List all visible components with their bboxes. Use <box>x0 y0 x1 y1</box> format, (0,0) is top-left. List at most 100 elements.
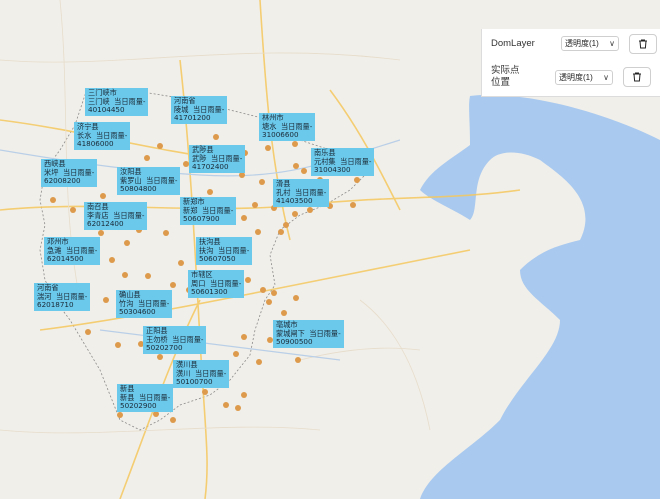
station-label[interactable]: 济宁县 长水 当日雨量- 41806000 <box>74 122 131 150</box>
station-point-marker[interactable] <box>271 290 277 296</box>
station-label[interactable]: 新县 新县 当日雨量- 50202900 <box>117 384 174 412</box>
station-label[interactable]: 滑县 孔村 当日雨量- 41403500 <box>273 179 330 207</box>
station-code: 62014500 <box>47 254 84 264</box>
station-point-marker[interactable] <box>124 240 130 246</box>
station-label[interactable]: 汝阳县 紫罗山 当日雨量- 50804800 <box>117 167 181 195</box>
chevron-down-icon: ∨ <box>603 73 609 82</box>
station-label[interactable]: 武陟县 武陟 当日雨量- 41702400 <box>189 145 246 173</box>
opacity-select-value: 透明度(1) <box>565 39 599 48</box>
station-point-marker[interactable] <box>256 359 262 365</box>
station-point-marker[interactable] <box>207 189 213 195</box>
station-point-marker[interactable] <box>157 143 163 149</box>
station-point-marker[interactable] <box>170 282 176 288</box>
layer-name: DomLayer <box>491 38 535 49</box>
station-code: 40104450 <box>88 105 125 115</box>
station-point-marker[interactable] <box>202 389 208 395</box>
chevron-down-icon: ∨ <box>609 39 615 48</box>
station-point-marker[interactable] <box>122 272 128 278</box>
station-code: 50607900 <box>183 214 220 224</box>
station-point-marker[interactable] <box>145 273 151 279</box>
delete-layer-button[interactable] <box>623 67 651 87</box>
station-point-marker[interactable] <box>301 168 307 174</box>
station-point-marker[interactable] <box>223 402 229 408</box>
station-code: 41403500 <box>276 196 313 206</box>
station-point-marker[interactable] <box>283 222 289 228</box>
station-point-marker[interactable] <box>100 193 106 199</box>
station-point-marker[interactable] <box>50 197 56 203</box>
station-point-marker[interactable] <box>293 163 299 169</box>
station-point-marker[interactable] <box>260 287 266 293</box>
station-point-marker[interactable] <box>292 141 298 147</box>
station-code: 50202900 <box>120 401 157 411</box>
station-label[interactable]: 亳城市 蒙城闸下 当日雨量- 50900500 <box>273 320 344 348</box>
station-point-marker[interactable] <box>307 207 313 213</box>
station-point-marker[interactable] <box>163 230 169 236</box>
opacity-select[interactable]: 透明度(1) ∨ <box>561 36 619 51</box>
station-label[interactable]: 西峡县 米坪 当日雨量- 62008200 <box>41 159 98 187</box>
station-point-marker[interactable] <box>245 277 251 283</box>
station-point-marker[interactable] <box>293 295 299 301</box>
station-point-marker[interactable] <box>144 155 150 161</box>
opacity-select[interactable]: 透明度(1) ∨ <box>555 70 613 85</box>
station-point-marker[interactable] <box>241 215 247 221</box>
trash-icon <box>639 39 647 49</box>
station-code: 50100700 <box>176 377 213 387</box>
station-label[interactable]: 确山县 竹沟 当日雨量- 50304600 <box>116 290 173 318</box>
station-point-marker[interactable] <box>239 172 245 178</box>
station-point-marker[interactable] <box>170 417 176 423</box>
station-label[interactable]: 正阳县 王勿桥 当日雨量- 50202700 <box>143 326 207 354</box>
station-label[interactable]: 潢川县 潢川 当日雨量- 50100700 <box>173 360 230 388</box>
station-point-marker[interactable] <box>266 299 272 305</box>
station-label[interactable]: 市辖区 周口 当日雨量- 50601300 <box>188 270 245 298</box>
station-point-marker[interactable] <box>255 229 261 235</box>
station-point-marker[interactable] <box>292 211 298 217</box>
layer-control-panel: DomLayer 透明度(1) ∨ 实际点 位置 透明度(1) ∨ <box>481 29 660 97</box>
station-point-marker[interactable] <box>295 357 301 363</box>
station-label[interactable]: 邓州市 急滩 当日雨量- 62014500 <box>44 237 101 265</box>
station-label[interactable]: 河南省 湍河 当日雨量- 62018710 <box>34 283 91 311</box>
station-label[interactable]: 三门峡市 三门峡 当日雨量- 40104450 <box>85 88 149 116</box>
station-code: 62012400 <box>87 219 124 229</box>
station-point-marker[interactable] <box>278 229 284 235</box>
station-point-marker[interactable] <box>117 412 123 418</box>
station-point-marker[interactable] <box>241 392 247 398</box>
layer-row-domlayer: DomLayer 透明度(1) ∨ <box>482 29 660 59</box>
station-point-marker[interactable] <box>259 179 265 185</box>
station-code: 50202700 <box>146 343 183 353</box>
station-point-marker[interactable] <box>354 177 360 183</box>
station-code: 31004300 <box>314 165 351 175</box>
station-label[interactable]: 新郑市 新郑 当日雨量- 50607900 <box>180 197 237 225</box>
station-code: 50607050 <box>199 254 236 264</box>
station-point-marker[interactable] <box>153 411 159 417</box>
station-point-marker[interactable] <box>213 134 219 140</box>
station-label[interactable]: 林州市 塘水 当日雨量- 31006600 <box>259 113 316 141</box>
station-point-marker[interactable] <box>98 230 104 236</box>
station-label[interactable]: 河南省 陵城 当日雨量- 41701200 <box>171 96 228 124</box>
station-label[interactable]: 南乐县 元村集 当日雨量- 31004300 <box>311 148 375 176</box>
delete-layer-button[interactable] <box>629 34 657 54</box>
station-point-marker[interactable] <box>109 257 115 263</box>
station-label[interactable]: 扶沟县 扶沟 当日雨量- 50607050 <box>196 237 253 265</box>
station-point-marker[interactable] <box>281 310 287 316</box>
layer-name: 实际点 位置 <box>491 65 520 88</box>
station-point-marker[interactable] <box>85 329 91 335</box>
station-code: 41701200 <box>174 113 211 123</box>
station-point-marker[interactable] <box>235 405 241 411</box>
station-point-marker[interactable] <box>103 297 109 303</box>
station-code: 50304600 <box>119 307 156 317</box>
station-point-marker[interactable] <box>70 207 76 213</box>
layer-row-actual-points: 实际点 位置 透明度(1) ∨ <box>482 61 660 96</box>
station-code: 31006600 <box>262 130 299 140</box>
station-point-marker[interactable] <box>350 202 356 208</box>
station-point-marker[interactable] <box>265 145 271 151</box>
station-code: 50601300 <box>191 287 228 297</box>
station-point-marker[interactable] <box>252 202 258 208</box>
opacity-select-value: 透明度(1) <box>559 73 593 82</box>
station-point-marker[interactable] <box>241 334 247 340</box>
station-point-marker[interactable] <box>178 260 184 266</box>
station-point-marker[interactable] <box>233 351 239 357</box>
station-point-marker[interactable] <box>115 342 121 348</box>
station-code: 41702400 <box>192 162 229 172</box>
station-label[interactable]: 南召县 李青店 当日雨量- 62012400 <box>84 202 148 230</box>
station-point-marker[interactable] <box>157 354 163 360</box>
